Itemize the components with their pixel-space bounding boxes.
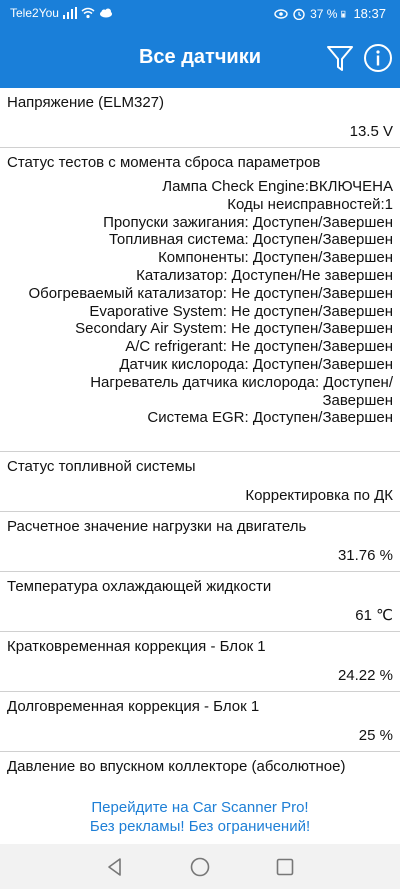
app-bar: Все датчики (0, 28, 400, 88)
status-line: Катализатор: Доступен/Не завершен (136, 266, 393, 284)
sensor-value: 25 % (358, 727, 393, 745)
status-bar: Tele2You 37 % 18:37 (0, 0, 400, 28)
status-line: Датчик кислорода: Доступен/Завершен (119, 355, 393, 373)
battery-icon (341, 10, 346, 17)
status-line: Нагреватель датчика кислорода: Доступен/ (90, 373, 393, 391)
sensor-title: Долговременная коррекция - Блок 1 (7, 698, 260, 716)
sensor-item-coolant-temp[interactable]: Температура охлаждающей жидкости 61 ℃ (0, 572, 400, 633)
recents-icon[interactable] (274, 856, 296, 878)
sensor-item-long-term-trim[interactable]: Долговременная коррекция - Блок 1 25 % (0, 692, 400, 753)
status-line: Коды неисправностей:1 (227, 195, 393, 213)
sensor-title: Давление во впускном коллекторе (абсолют… (7, 758, 346, 776)
status-line: Evaporative System: Не доступен/Завершен (89, 302, 393, 320)
test-status-lines: Лампа Check Engine:ВКЛЮЧЕНА Коды неиспра… (7, 178, 393, 427)
pro-promo-link[interactable]: Перейдите на Car Scanner Pro! Без реклам… (0, 788, 400, 844)
sensor-item-fuel-system[interactable]: Статус топливной системы Корректировка п… (0, 452, 400, 513)
status-line: Обогреваемый катализатор: Не доступен/За… (28, 284, 393, 302)
alarm-icon (293, 8, 305, 20)
battery-percent: 37 % (310, 6, 338, 21)
signal-icon (62, 7, 77, 19)
status-line: Лампа Check Engine:ВКЛЮЧЕНА (162, 178, 393, 195)
sensor-title: Температура охлаждающей жидкости (7, 578, 272, 596)
promo-line-2: Без рекламы! Без ограничений! (89, 818, 311, 835)
sensor-title: Кратковременная коррекция - Блок 1 (7, 638, 266, 656)
sensor-list[interactable]: Напряжение (ELM327) 13.5 V Статус тестов… (0, 88, 400, 788)
home-icon[interactable] (189, 856, 211, 878)
system-nav-bar (0, 844, 400, 889)
status-line: Пропуски зажигания: Доступен/Завершен (103, 213, 393, 231)
sensor-value: 61 ℃ (355, 607, 393, 625)
sensor-value: 13.5 V (349, 123, 393, 140)
promo-line-1: Перейдите на Car Scanner Pro! (91, 799, 309, 816)
status-line: Компоненты: Доступен/Завершен (158, 249, 393, 267)
sensor-item-test-status[interactable]: Статус тестов с момента сброса параметро… (0, 148, 400, 453)
sensor-title: Расчетное значение нагрузки на двигатель (7, 518, 307, 536)
cloud-icon (99, 8, 112, 18)
wifi-icon (81, 7, 95, 19)
sensor-value: 31.76 % (337, 547, 393, 565)
sensor-title: Статус тестов с момента сброса параметро… (7, 154, 321, 171)
sensor-item-engine-load[interactable]: Расчетное значение нагрузки на двигатель… (0, 512, 400, 573)
carrier-name: Tele2You (10, 6, 59, 20)
sensor-item-short-term-trim[interactable]: Кратковременная коррекция - Блок 1 24.22… (0, 632, 400, 693)
status-line: Топливная система: Доступен/Завершен (108, 231, 393, 249)
sensor-value: 24.22 % (337, 667, 393, 685)
sensor-title: Статус топливной системы (7, 458, 196, 476)
status-line: Secondary Air System: Не доступен/Заверш… (75, 320, 393, 338)
status-line: Завершен (322, 391, 393, 409)
sensor-value: Корректировка по ДК (245, 487, 393, 505)
status-line: A/C refrigerant: Не доступен/Завершен (125, 338, 393, 356)
back-icon[interactable] (104, 856, 126, 878)
filter-icon[interactable] (324, 42, 356, 74)
sensor-title: Напряжение (ELM327) (7, 94, 165, 111)
status-line: Система EGR: Доступен/Завершен (147, 409, 393, 427)
info-icon[interactable] (362, 42, 394, 74)
clock: 18:37 (353, 6, 386, 21)
eye-icon (274, 8, 288, 19)
sensor-item-intake-pressure[interactable]: Давление во впускном коллекторе (абсолют… (0, 752, 400, 788)
sensor-item-voltage[interactable]: Напряжение (ELM327) 13.5 V (0, 88, 400, 148)
